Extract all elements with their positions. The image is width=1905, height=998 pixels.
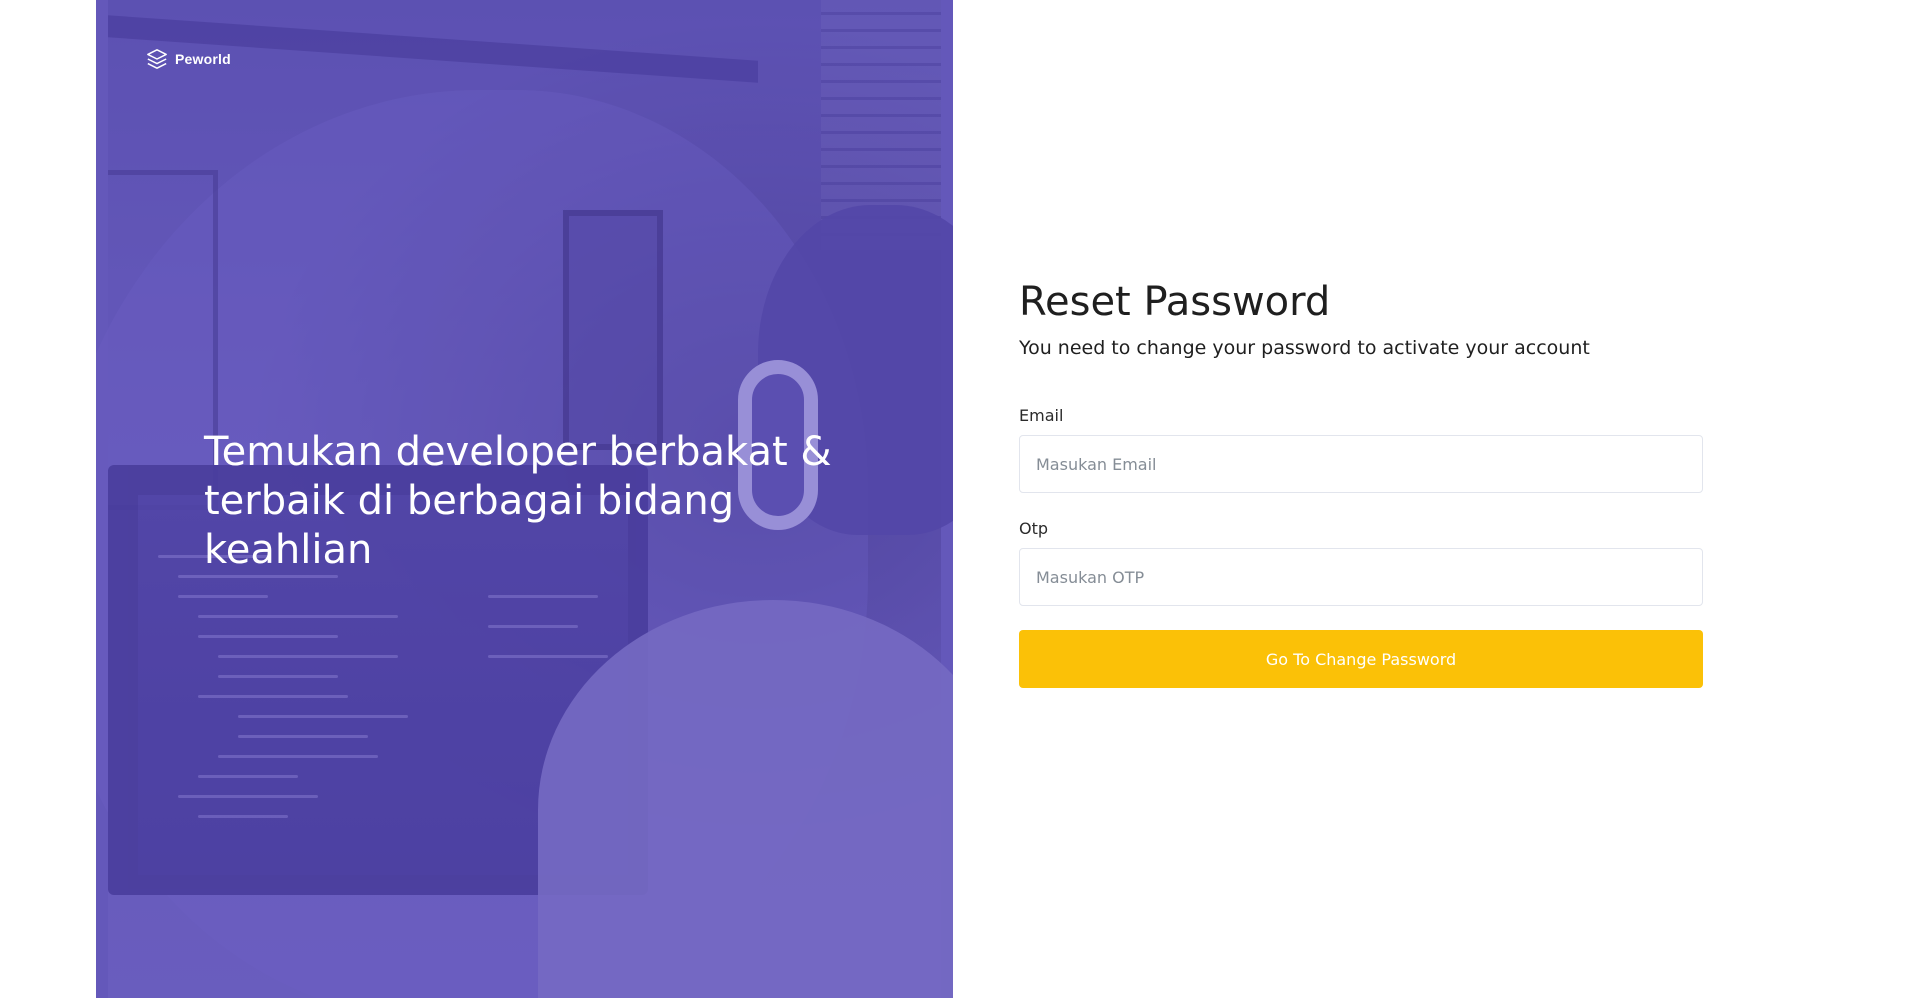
email-label: Email: [1019, 406, 1064, 425]
brand-logo[interactable]: Peworld: [146, 48, 231, 70]
page-subtitle: You need to change your password to acti…: [1019, 337, 1590, 359]
reset-password-form: Reset Password You need to change your p…: [1019, 270, 1703, 688]
otp-input[interactable]: [1019, 548, 1703, 606]
go-to-change-password-button[interactable]: Go To Change Password: [1019, 630, 1703, 688]
layers-icon: [147, 49, 167, 69]
page-title: Reset Password: [1019, 279, 1331, 325]
hero-headline: Temukan developer berbakat & terbaik di …: [204, 429, 832, 573]
email-input[interactable]: [1019, 435, 1703, 493]
otp-label: Otp: [1019, 519, 1049, 538]
email-field-group: Email: [1019, 406, 1703, 493]
brand-name: Peworld: [175, 51, 231, 67]
otp-field-group: Otp: [1019, 519, 1703, 606]
